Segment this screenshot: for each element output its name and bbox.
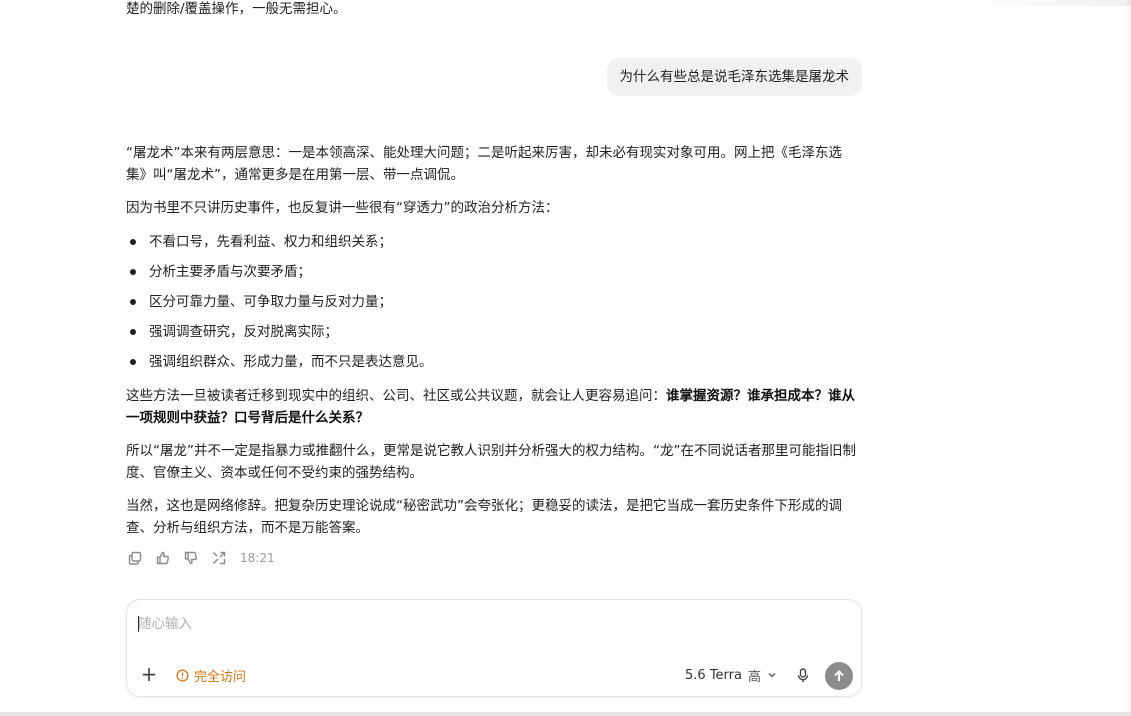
thumbs-up-button[interactable] (154, 548, 182, 568)
access-mode-button[interactable]: 完全访问 (176, 666, 247, 685)
copy-button[interactable] (126, 548, 154, 568)
access-mode-label: 完全访问 (194, 669, 247, 685)
previous-message-tail: 楚的删除/覆盖操作，一般无需担心。 (126, 1, 347, 17)
answer-paragraph: 这些方法一旦被读者迁移到现实中的组织、公司、社区或公共议题，就会让人更容易追问：… (126, 385, 862, 429)
window-edge-shade (956, 0, 1131, 6)
thumbs-down-icon (184, 551, 198, 565)
answer-paragraph: 所以“屠龙”并不一定是指暴力或推翻什么，更常是说它教人识别并分析强大的权力结构。… (126, 443, 856, 481)
plus-icon: + (140, 662, 158, 686)
answer-paragraph: “屠龙术”本来有两层意思：一是本领高深、能处理大问题；二是听起来厉害，却未必有现… (126, 145, 842, 183)
model-name: 5.6 Terra (685, 667, 742, 683)
bullet-item: 不看口号，先看利益、权力和组织关系； (126, 227, 862, 257)
message-actions: 18:21 (126, 548, 275, 568)
bullet-item: 强调调查研究，反对脱离实际； (126, 317, 862, 347)
answer-text: 这些方法一旦被读者迁移到现实中的组织、公司、社区或公共议题，就会让人更容易追问： (126, 388, 666, 404)
send-button[interactable] (825, 662, 853, 690)
add-attachment-button[interactable]: + (139, 664, 159, 684)
voice-input-button[interactable] (795, 666, 811, 684)
message-composer: + 完全访问 5.6 Terra 高 (126, 599, 862, 697)
thumbs-up-icon (156, 551, 170, 565)
scrollbar-track[interactable] (1123, 0, 1131, 716)
bullet-item: 分析主要矛盾与次要矛盾； (126, 257, 862, 287)
effort-level: 高 (747, 669, 761, 685)
message-timestamp: 18:21 (240, 551, 275, 565)
microphone-icon (797, 667, 809, 682)
assistant-message: “屠龙术”本来有两层意思：一是本领高深、能处理大问题；二是听起来厉害，却未必有现… (126, 142, 862, 539)
share-button[interactable] (210, 548, 238, 568)
copy-icon (128, 551, 142, 565)
bullet-item: 区分可靠力量、可争取力量与反对力量； (126, 287, 862, 317)
share-icon (213, 551, 226, 565)
model-selector[interactable]: 5.6 Terra 高 (685, 666, 777, 685)
answer-paragraph: 当然，这也是网络修辞。把复杂历史理论说成“秘密武功”会夸张化；更稳妥的读法，是把… (126, 498, 842, 536)
answer-paragraph: 因为书里不只讲历史事件，也反复讲一些很有“穿透力”的政治分析方法： (126, 200, 559, 216)
window-bottom-border (0, 712, 1131, 716)
user-message-text: 为什么有些总是说毛泽东选集是屠龙术 (619, 69, 850, 85)
thumbs-down-button[interactable] (182, 548, 210, 568)
warning-circle-icon (176, 668, 189, 682)
user-message-bubble: 为什么有些总是说毛泽东选集是屠龙术 (606, 58, 862, 96)
message-input[interactable] (138, 614, 838, 634)
bullet-item: 强调组织群众、形成力量，而不只是表达意见。 (126, 347, 862, 377)
arrow-up-icon (834, 670, 844, 681)
chevron-down-icon (768, 672, 776, 678)
text-caret (138, 616, 139, 632)
answer-bullet-list: 不看口号，先看利益、权力和组织关系； 分析主要矛盾与次要矛盾； 区分可靠力量、可… (126, 227, 862, 377)
